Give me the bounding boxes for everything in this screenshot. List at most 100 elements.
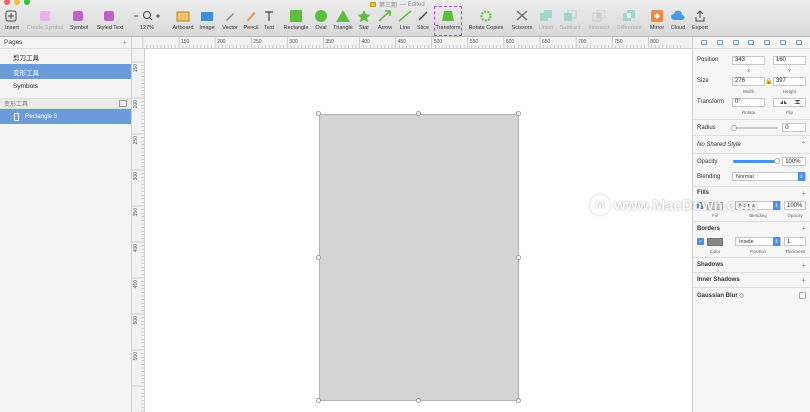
scissors-button[interactable]: Scissors bbox=[509, 8, 535, 35]
artboard-button[interactable]: Artboard bbox=[170, 8, 196, 35]
flip-buttons[interactable] bbox=[772, 97, 807, 107]
close-window-icon[interactable] bbox=[4, 0, 10, 5]
intersect-button[interactable]: Intersect bbox=[585, 8, 613, 35]
selected-rectangle[interactable] bbox=[319, 114, 519, 401]
difference-button[interactable]: Difference bbox=[614, 8, 644, 35]
add-fill-icon[interactable]: + bbox=[801, 189, 806, 198]
select-arrow-icon: ⇕ bbox=[773, 237, 780, 246]
styled-text-button[interactable]: Styled Text bbox=[93, 8, 127, 35]
minimize-window-icon[interactable] bbox=[14, 0, 20, 5]
resize-handle-top-left[interactable] bbox=[316, 111, 321, 116]
opacity-slider[interactable] bbox=[732, 158, 781, 164]
align-bottom-icon[interactable] bbox=[780, 40, 787, 45]
rotate-field[interactable]: 0° bbox=[731, 97, 766, 107]
transform-button[interactable]: Transform bbox=[434, 8, 462, 35]
page-item-transform-tool[interactable]: 变形工具 bbox=[0, 64, 131, 79]
resize-handle-bottom-right[interactable] bbox=[516, 398, 521, 403]
page-item-scissors-tool[interactable]: 剪刀工具 bbox=[0, 49, 131, 64]
toolbar: 第三期 — Edited Insert Create Symbol Symbol… bbox=[0, 0, 810, 37]
layers-header: 变形工具 bbox=[0, 98, 131, 109]
arrow-icon bbox=[378, 8, 392, 23]
slice-button[interactable]: Slice bbox=[415, 8, 431, 35]
border-color-label: Color bbox=[709, 249, 721, 254]
align-top-icon[interactable] bbox=[748, 40, 755, 45]
add-page-icon[interactable]: + bbox=[122, 38, 127, 47]
pencil-button[interactable]: Pencil bbox=[242, 8, 260, 35]
shared-style-row[interactable]: No Shared Style ⌃ bbox=[693, 136, 810, 153]
align-left-icon[interactable] bbox=[700, 40, 707, 45]
opacity-slider-knob[interactable] bbox=[774, 158, 781, 164]
text-icon bbox=[263, 8, 275, 23]
opacity-field[interactable]: 100% bbox=[782, 157, 806, 166]
union-button[interactable]: Union bbox=[537, 8, 555, 35]
radius-field[interactable]: 0 bbox=[782, 123, 806, 132]
blending-select[interactable]: Normal ⇕ bbox=[731, 172, 806, 181]
border-position-select[interactable]: Inside ⇕ bbox=[735, 237, 781, 246]
border-enabled-checkbox[interactable]: ✓ bbox=[697, 238, 704, 245]
resize-handle-top-right[interactable] bbox=[516, 111, 521, 116]
difference-icon bbox=[622, 8, 636, 23]
resize-handle-bottom[interactable] bbox=[416, 398, 421, 403]
canvas[interactable] bbox=[145, 49, 692, 412]
ruler-tick-label: 700 bbox=[578, 39, 587, 45]
add-shadow-icon[interactable]: + bbox=[801, 261, 806, 270]
width-label: Width bbox=[742, 89, 755, 94]
align-right-icon[interactable] bbox=[732, 40, 739, 45]
create-symbol-button[interactable]: Create Symbol bbox=[24, 8, 66, 35]
fill-opacity-field[interactable]: 100% bbox=[784, 201, 806, 210]
rotate-copies-button[interactable]: Rotate Copies bbox=[466, 8, 506, 35]
gaussian-blur-checkbox[interactable] bbox=[799, 291, 806, 299]
horizontal-ruler-ticks bbox=[142, 37, 682, 48]
gaussian-blur-select[interactable]: Gaussian Blur ◇ bbox=[697, 292, 744, 299]
border-thickness-field[interactable]: 1 bbox=[784, 237, 806, 246]
triangle-button[interactable]: Triangle bbox=[331, 8, 355, 35]
oval-button[interactable]: Oval bbox=[313, 8, 329, 35]
add-inner-shadow-icon[interactable]: + bbox=[801, 276, 806, 285]
distribute-icon[interactable] bbox=[795, 40, 802, 45]
slice-icon bbox=[417, 8, 429, 23]
add-border-icon[interactable]: + bbox=[801, 224, 806, 233]
watermark-logo-icon: M bbox=[590, 195, 610, 215]
layer-item-rectangle[interactable]: Rectangle 3 bbox=[0, 109, 131, 124]
page-item-symbols[interactable]: Symbols bbox=[0, 79, 131, 94]
flip-vertical-icon[interactable] bbox=[793, 99, 802, 105]
radius-slider[interactable] bbox=[730, 124, 779, 131]
arrow-button[interactable]: Arrow bbox=[375, 8, 395, 35]
star-button[interactable]: Star bbox=[357, 8, 371, 35]
ruler-tick-label: 450 bbox=[133, 280, 139, 289]
zoom-window-icon[interactable] bbox=[24, 0, 30, 5]
border-color-swatch[interactable] bbox=[707, 237, 723, 246]
scissors-icon bbox=[515, 8, 529, 23]
lock-ratio-icon[interactable]: 🔒 bbox=[765, 78, 773, 85]
export-button[interactable]: Export bbox=[690, 8, 710, 35]
zoom-icon bbox=[132, 8, 162, 23]
zoom-control[interactable]: 127% bbox=[131, 8, 163, 35]
shared-style-select[interactable]: No Shared Style bbox=[697, 142, 741, 148]
align-middle-icon[interactable] bbox=[764, 40, 771, 45]
align-center-icon[interactable] bbox=[716, 40, 723, 45]
text-button[interactable]: Text bbox=[262, 8, 276, 35]
resize-handle-bottom-left[interactable] bbox=[316, 398, 321, 403]
line-button[interactable]: Line bbox=[397, 8, 413, 35]
subtract-button[interactable]: Subtract bbox=[557, 8, 583, 35]
mirror-button[interactable]: Mirror bbox=[647, 8, 667, 35]
resize-handle-right[interactable] bbox=[516, 255, 521, 260]
symbol-button[interactable]: Symbol bbox=[67, 8, 91, 35]
flip-horizontal-icon[interactable] bbox=[779, 99, 788, 105]
radius-slider-knob[interactable] bbox=[730, 124, 737, 131]
vector-button[interactable]: Vector bbox=[219, 8, 241, 35]
insert-button[interactable]: Insert bbox=[2, 8, 22, 35]
cloud-button[interactable]: Cloud bbox=[669, 8, 687, 35]
position-y-field[interactable]: 160 bbox=[772, 55, 807, 65]
gaussian-blur-header: Gaussian Blur ◇ bbox=[693, 288, 810, 302]
resize-handle-top[interactable] bbox=[416, 111, 421, 116]
image-button[interactable]: Image bbox=[198, 8, 216, 35]
position-x-field[interactable]: 343 bbox=[731, 55, 766, 65]
rectangle-button[interactable]: Rectangle bbox=[281, 8, 311, 35]
artboard-toggle-icon[interactable] bbox=[119, 100, 127, 107]
height-field[interactable]: 397 bbox=[772, 76, 807, 86]
width-field[interactable]: 276 bbox=[731, 76, 766, 86]
position-x-label: X bbox=[747, 68, 751, 73]
resize-handle-left[interactable] bbox=[316, 255, 321, 260]
select-arrow-icon: ⇕ bbox=[798, 172, 805, 181]
